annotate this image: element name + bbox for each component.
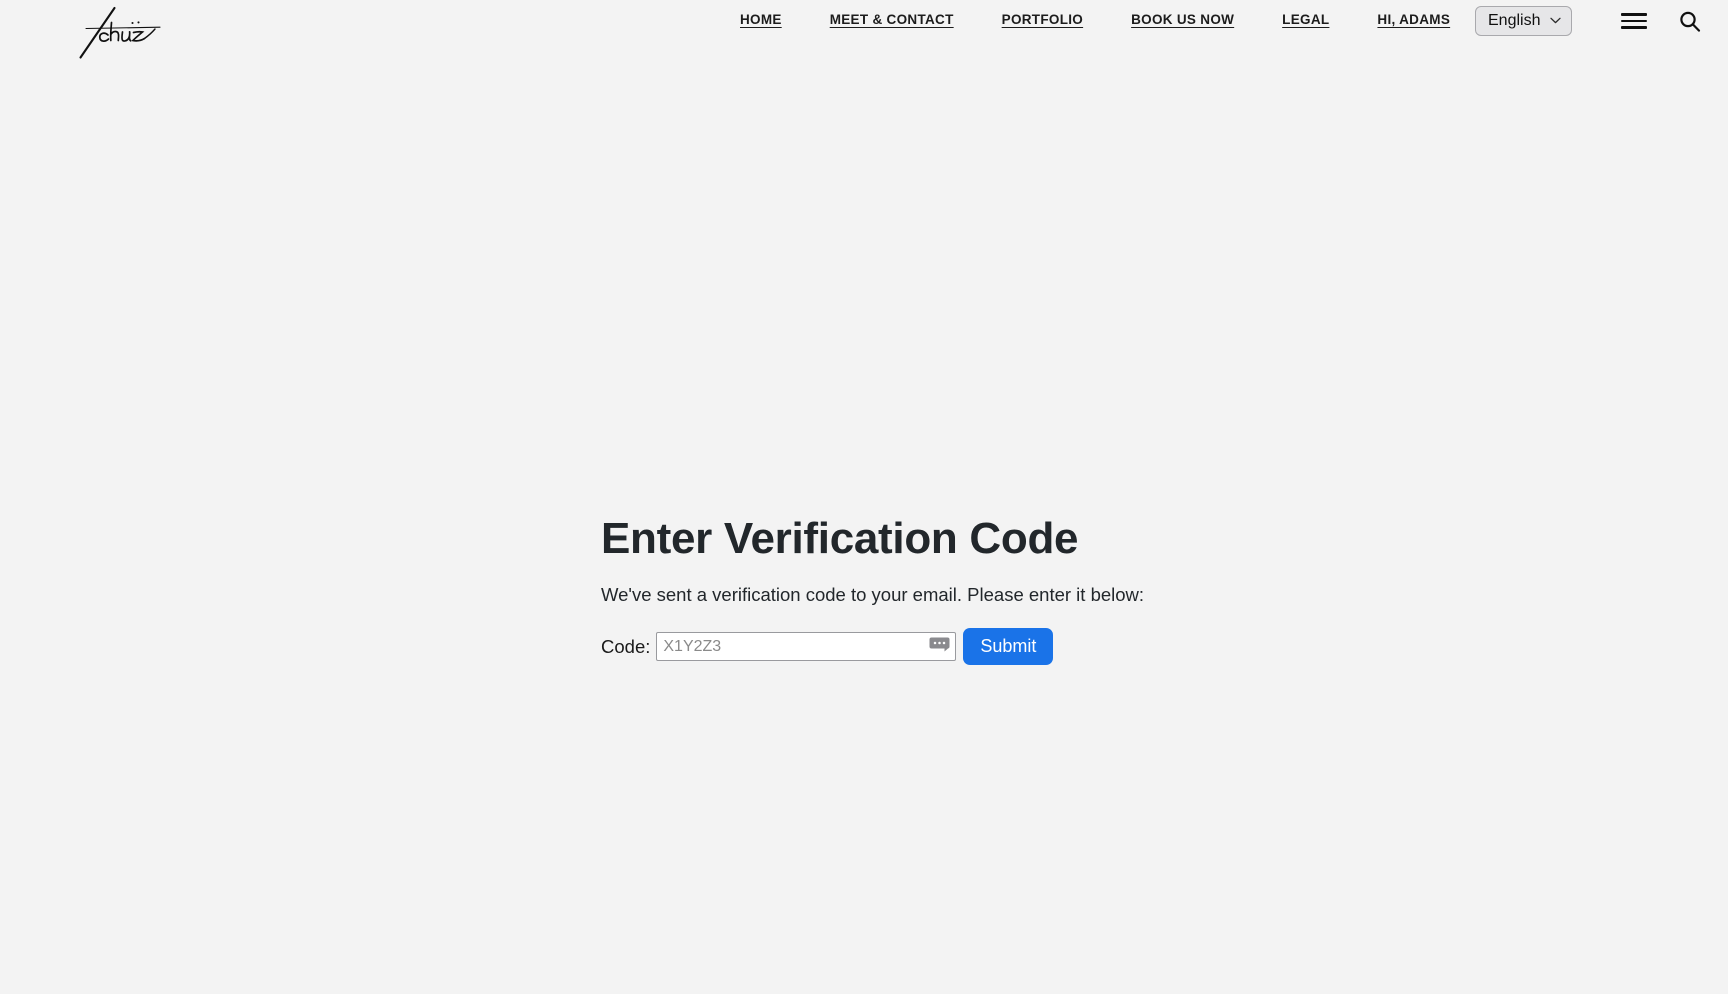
nav-item-portfolio[interactable]: PORTFOLIO <box>1002 12 1083 27</box>
nav-item-home[interactable]: HOME <box>740 12 782 27</box>
code-label: Code: <box>601 635 651 657</box>
code-input[interactable] <box>656 632 957 662</box>
language-select-input[interactable]: English <box>1475 6 1572 36</box>
nav-item-book-us-now[interactable]: BOOK US NOW <box>1131 12 1234 27</box>
hamburger-line-1 <box>1621 13 1647 16</box>
verification-code-form: Code: Submit <box>601 628 1301 666</box>
nav-item-account[interactable]: HI, ADAMS <box>1377 12 1450 27</box>
instructions-text: We've sent a verification code to your e… <box>601 584 1145 605</box>
search-icon[interactable] <box>1677 9 1703 35</box>
verification-panel: Enter Verification Code We've sent a ver… <box>601 514 1301 666</box>
nav-item-meet-contact[interactable]: MEET & CONTACT <box>830 12 954 27</box>
submit-button[interactable]: Submit <box>963 628 1054 666</box>
hamburger-line-3 <box>1621 26 1647 29</box>
signature-logo-icon <box>79 6 161 59</box>
language-selector[interactable]: English <box>1475 6 1572 36</box>
code-input-wrapper <box>656 632 957 662</box>
search-glyph-icon <box>1680 11 1701 32</box>
site-header: HOME MEET & CONTACT PORTFOLIO BOOK US NO… <box>0 0 1728 62</box>
site-logo[interactable] <box>78 2 178 60</box>
nav-item-legal[interactable]: LEGAL <box>1282 12 1329 27</box>
hamburger-menu-icon[interactable] <box>1621 11 1647 31</box>
hamburger-line-2 <box>1621 19 1647 23</box>
page-title: Enter Verification Code <box>601 514 1079 563</box>
main-navigation: HOME MEET & CONTACT PORTFOLIO BOOK US NO… <box>740 12 1450 27</box>
